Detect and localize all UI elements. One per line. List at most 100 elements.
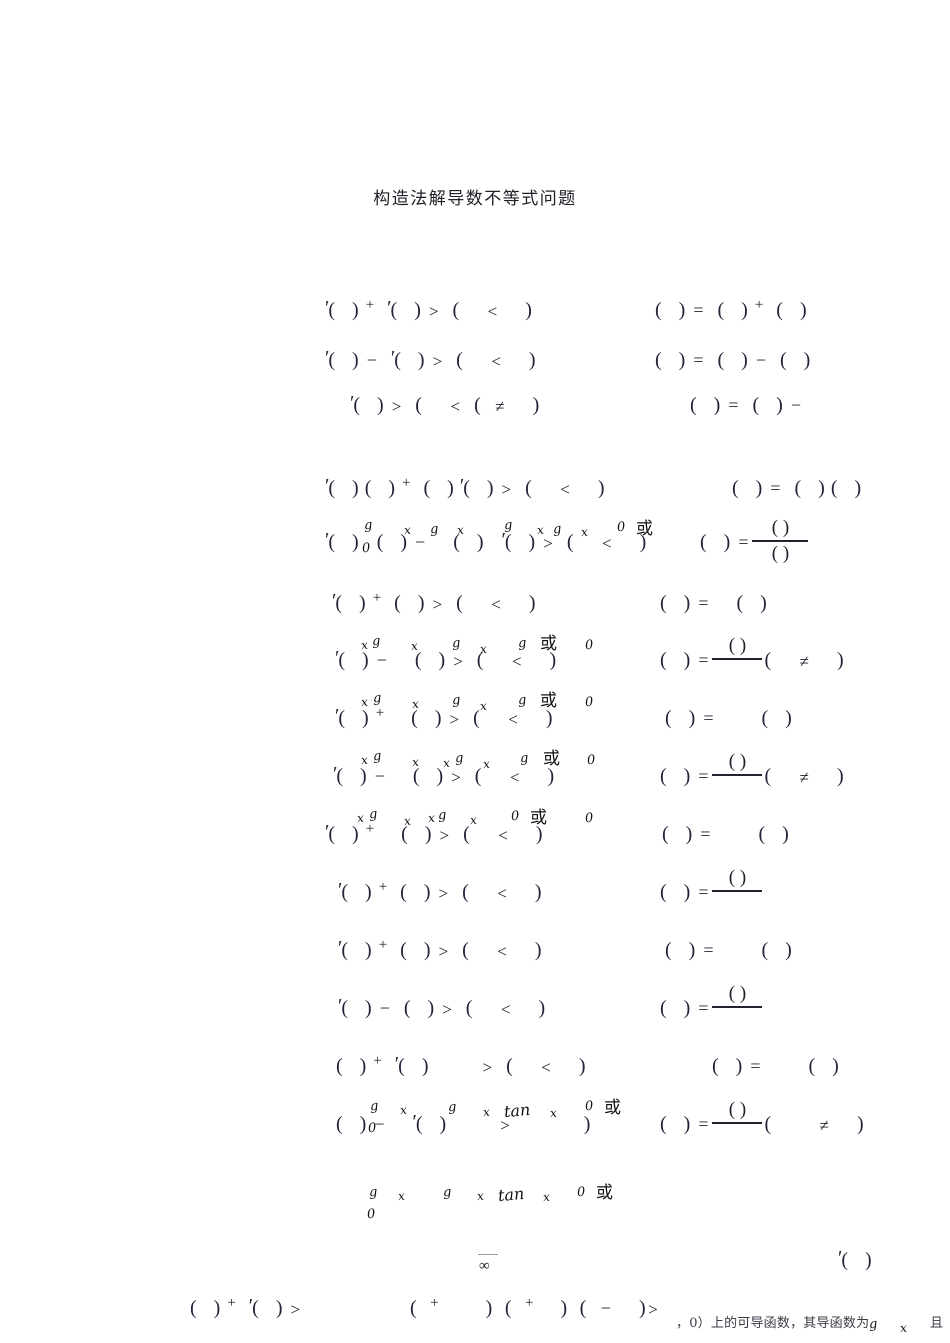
blank-paren-open: ( <box>465 997 473 1019</box>
handwriting-g: g <box>368 1184 378 1201</box>
row-4-rhs: ( ) = ( ) ( ) <box>732 478 867 498</box>
handwriting-huo: 或 <box>543 749 560 769</box>
equals-op: = <box>703 940 714 960</box>
handwriting-x: x <box>399 1102 408 1118</box>
handwriting-0: 0 <box>584 1098 594 1115</box>
less-op: < <box>450 396 461 416</box>
blank-paren-close: ) <box>528 592 537 614</box>
minus-op: − <box>376 650 387 670</box>
blank-paren: ( ) <box>190 1297 227 1319</box>
row-13-rhs: ( ) = ( ) <box>660 984 764 1030</box>
blank-paren: ( ) <box>335 592 372 614</box>
row-3-lhs: ′( ) > (< (≠) <box>350 393 540 416</box>
blank-paren: ( ) <box>341 881 378 903</box>
handwriting-g: g <box>552 521 562 538</box>
blank-paren: ( ) <box>252 1297 289 1319</box>
handwriting-x: x <box>549 1105 558 1121</box>
row-15-rhs: ( ) = ( ) (≠) <box>660 1100 864 1146</box>
blank-paren: ( ) <box>400 939 437 961</box>
blank-paren-close: ) <box>560 1297 568 1319</box>
blank-paren: ( ) <box>411 707 448 729</box>
less-op: < <box>508 709 518 729</box>
row-8-lhs: ′( ) + ( ) > (<) <box>335 705 553 729</box>
greater-op: > <box>482 1057 493 1077</box>
blank-paren-close: ) <box>837 649 845 671</box>
equals-op: = <box>700 824 711 844</box>
blank-paren: ( ) <box>841 1249 878 1271</box>
fraction-denominator <box>729 778 746 798</box>
handwriting-g: g <box>451 635 461 652</box>
fraction: ( ) <box>712 1100 763 1145</box>
blank-paren: ( ) <box>736 592 773 614</box>
fraction-numerator: ( ) <box>771 517 790 539</box>
handwriting-huo: 或 <box>540 691 557 711</box>
formula-row-11: ′( ) + ( ) > (<) ( ) = ( ) <box>0 867 950 914</box>
handwriting-tan: tan <box>503 1099 532 1122</box>
prime-mark: ′ <box>387 297 392 319</box>
handwriting-huo: 或 <box>604 1098 621 1118</box>
less-op: < <box>541 1057 551 1077</box>
equals-op: = <box>698 766 709 786</box>
blank-paren: ( ) <box>328 299 365 321</box>
row-13-lhs: ′( ) − ( ) > (<) <box>338 996 546 1019</box>
equals-op: = <box>728 395 739 415</box>
minus-op: − <box>379 998 390 1018</box>
handwriting-x: x <box>403 813 412 829</box>
minus-op: − <box>366 350 377 370</box>
handwriting-g: g <box>372 748 382 765</box>
row-7-rhs: ( ) = ( ) (≠) <box>660 636 845 682</box>
greater-op: > <box>391 396 402 416</box>
blank-paren: ( ) <box>403 997 441 1019</box>
row-17-lhs: ( ) + ′( ) > <box>190 1295 302 1319</box>
handwriting-huo: 或 <box>596 1183 613 1203</box>
formula-row-2: ′( ) − ′( ) > (<) ( ) = ( ) − ( ) <box>0 340 950 380</box>
blank-paren: ( ) <box>398 1055 435 1077</box>
greater-op: > <box>290 1299 301 1319</box>
blank-paren: ( ) <box>660 592 697 614</box>
blank-paren: ( ) <box>463 477 500 499</box>
blank-paren-open: ( <box>764 649 772 671</box>
less-op: < <box>497 941 507 961</box>
row-11-rhs: ( ) = ( ) <box>660 867 764 914</box>
row-17-mid: (+) (+) (−) > <box>410 1295 660 1319</box>
handwriting-x: x <box>580 524 589 540</box>
handwriting-x: x <box>410 638 419 654</box>
formula-row-6: ′( ) + ( ) > (<) ( ) = ( ) <box>0 583 950 623</box>
prime-mark: ′ <box>333 763 338 785</box>
handwriting-g: g <box>363 517 373 534</box>
row-12-lhs: ′( ) + ( ) > (<) <box>338 937 542 961</box>
minus-op: − <box>415 532 426 552</box>
blank-paren-close: ) <box>638 1297 647 1319</box>
formula-row-1: ′( ) + ′( ) > (<) ( ) = ( ) + ( ) <box>0 290 950 330</box>
blank-paren: ( ) <box>776 299 813 321</box>
blank-paren-close: ) <box>837 765 845 787</box>
blank-paren-close: ) <box>528 349 537 371</box>
blank-paren: ( ) <box>660 649 697 671</box>
handwriting-tan: tan <box>497 1183 526 1206</box>
formula-row-13: ′( ) − ( ) > (<) ( ) = ( ) <box>0 984 950 1030</box>
blank-paren: ( ) <box>400 881 437 903</box>
handwriting-g: g <box>517 635 527 652</box>
handwriting-x: x <box>411 754 420 770</box>
handwriting-huo: 或 <box>540 634 557 654</box>
handwriting-0: 0 <box>586 752 596 769</box>
formula-row-8: ′( ) + ( ) > (<) ( ) = ( ) <box>0 698 950 738</box>
formula-rows: ′( ) + ′( ) > (<) ( ) = ( ) + ( ) ′( ) − ′( )… <box>0 0 950 1343</box>
less-op: < <box>509 767 520 787</box>
blank-paren-open: ( <box>566 531 574 553</box>
handwriting-g: g <box>868 1316 878 1333</box>
prime-mark: ′ <box>332 590 337 612</box>
blank-paren: ( ) <box>761 939 798 961</box>
row-10-lhs: ′( ) + ( ) > (<) <box>325 821 543 844</box>
fraction-numerator: ( ) <box>728 867 747 889</box>
greater-op: > <box>451 767 461 787</box>
fraction-bar <box>712 774 763 776</box>
handwriting-g: g <box>519 750 529 767</box>
row-9-rhs: ( ) = ( ) (≠) <box>660 752 845 798</box>
fraction-denominator: ( ) <box>771 542 790 564</box>
blank-paren: ( ) <box>655 299 692 321</box>
less-op: < <box>491 351 501 371</box>
blank-paren: ( ) <box>665 939 702 961</box>
row-7-lhs: ′( ) − ( ) > (<) <box>335 648 557 670</box>
greater-op: > <box>501 479 512 499</box>
